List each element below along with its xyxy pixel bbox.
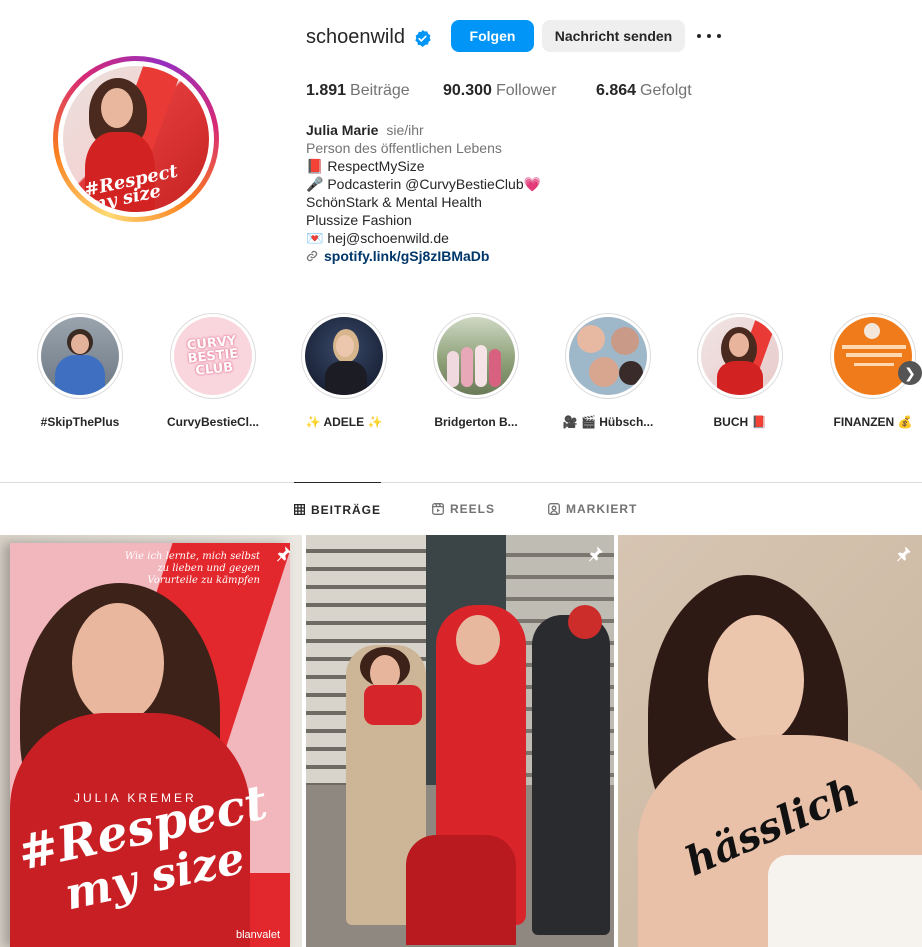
- bio-line: 📕 RespectMySize: [306, 158, 425, 174]
- more-options-icon[interactable]: [697, 26, 721, 46]
- grid-icon: [294, 504, 305, 515]
- highlight-huebsch[interactable]: 🎥 🎬 Hübsch...: [553, 313, 663, 429]
- highlight-label: 🎥 🎬 Hübsch...: [562, 415, 654, 429]
- pinned-icon: [897, 546, 911, 562]
- book-publisher: blanvalet: [236, 929, 281, 941]
- highlight-curvybestieclub[interactable]: CURVY BESTIE CLUB CurvyBestieCl...: [158, 313, 268, 429]
- highlight-label: CurvyBestieCl...: [166, 415, 260, 429]
- stat-following[interactable]: 6.864 Gefolgt: [596, 82, 692, 100]
- highlight-label: ✨ ADELE ✨: [305, 415, 383, 429]
- tab-reels[interactable]: REELS: [432, 482, 495, 536]
- send-message-button[interactable]: Nachricht senden: [542, 20, 685, 52]
- stat-posts[interactable]: 1.891 Beiträge: [306, 82, 410, 100]
- bio-link[interactable]: spotify.link/gSj8zIBMaDb: [306, 247, 541, 265]
- follow-button[interactable]: Folgen: [451, 20, 534, 52]
- highlight-skiptheplus[interactable]: #SkipThePlus: [25, 313, 135, 429]
- bio-line: 💌 hej@schoenwild.de: [306, 230, 449, 246]
- bio-link-text: spotify.link/gSj8zIBMaDb: [324, 248, 490, 264]
- post-tile[interactable]: [306, 535, 614, 947]
- pinned-icon: [589, 546, 603, 562]
- verified-badge-icon: [415, 29, 431, 48]
- post-tile[interactable]: Wie ich lernte, mich selbst zu lieben un…: [0, 535, 302, 947]
- profile-bio: Julia Marie sie/ihr Person des öffentlich…: [306, 121, 541, 265]
- highlight-buch[interactable]: BUCH 📕: [685, 313, 795, 429]
- post-tile[interactable]: hässlich: [618, 535, 922, 947]
- stat-followers[interactable]: 90.300 Follower: [443, 82, 556, 100]
- pronouns: sie/ihr: [386, 122, 424, 138]
- bio-line: 🎤 Podcasterin @CurvyBestieClub💗: [306, 176, 542, 192]
- bio-line: SchönStark & Mental Health: [306, 194, 482, 210]
- display-name: Julia Marie: [306, 122, 379, 138]
- curvy-bestie-logo-text: CURVY BESTIE CLUB: [186, 333, 240, 379]
- highlight-adele[interactable]: ✨ ADELE ✨: [289, 313, 399, 429]
- profile-page: #Respect my size schoenwild Folgen Nachr…: [0, 0, 922, 947]
- profile-avatar[interactable]: #Respect my size: [53, 56, 219, 222]
- highlight-label: #SkipThePlus: [40, 415, 120, 429]
- profile-tabs: BEITRÄGE REELS MARKIERT: [0, 482, 922, 536]
- tab-tagged[interactable]: MARKIERT: [548, 482, 637, 536]
- highlights-next-arrow-icon[interactable]: ❯: [898, 361, 922, 385]
- highlight-label: FINANZEN 💰: [833, 415, 913, 429]
- tagged-icon: [548, 503, 560, 515]
- bio-line: Plussize Fashion: [306, 212, 412, 228]
- reels-icon: [432, 503, 444, 515]
- book-tagline: Wie ich lernte, mich selbst zu lieben un…: [124, 551, 260, 586]
- highlight-label: Bridgerton B...: [434, 415, 518, 429]
- highlight-bridgerton[interactable]: Bridgerton B...: [421, 313, 531, 429]
- link-icon: [306, 250, 318, 262]
- highlight-label: BUCH 📕: [713, 415, 767, 429]
- pinned-icon: [277, 546, 291, 562]
- tab-posts[interactable]: BEITRÄGE: [294, 482, 382, 536]
- username: schoenwild: [306, 26, 405, 48]
- profile-category: Person des öffentlichen Lebens: [306, 140, 502, 156]
